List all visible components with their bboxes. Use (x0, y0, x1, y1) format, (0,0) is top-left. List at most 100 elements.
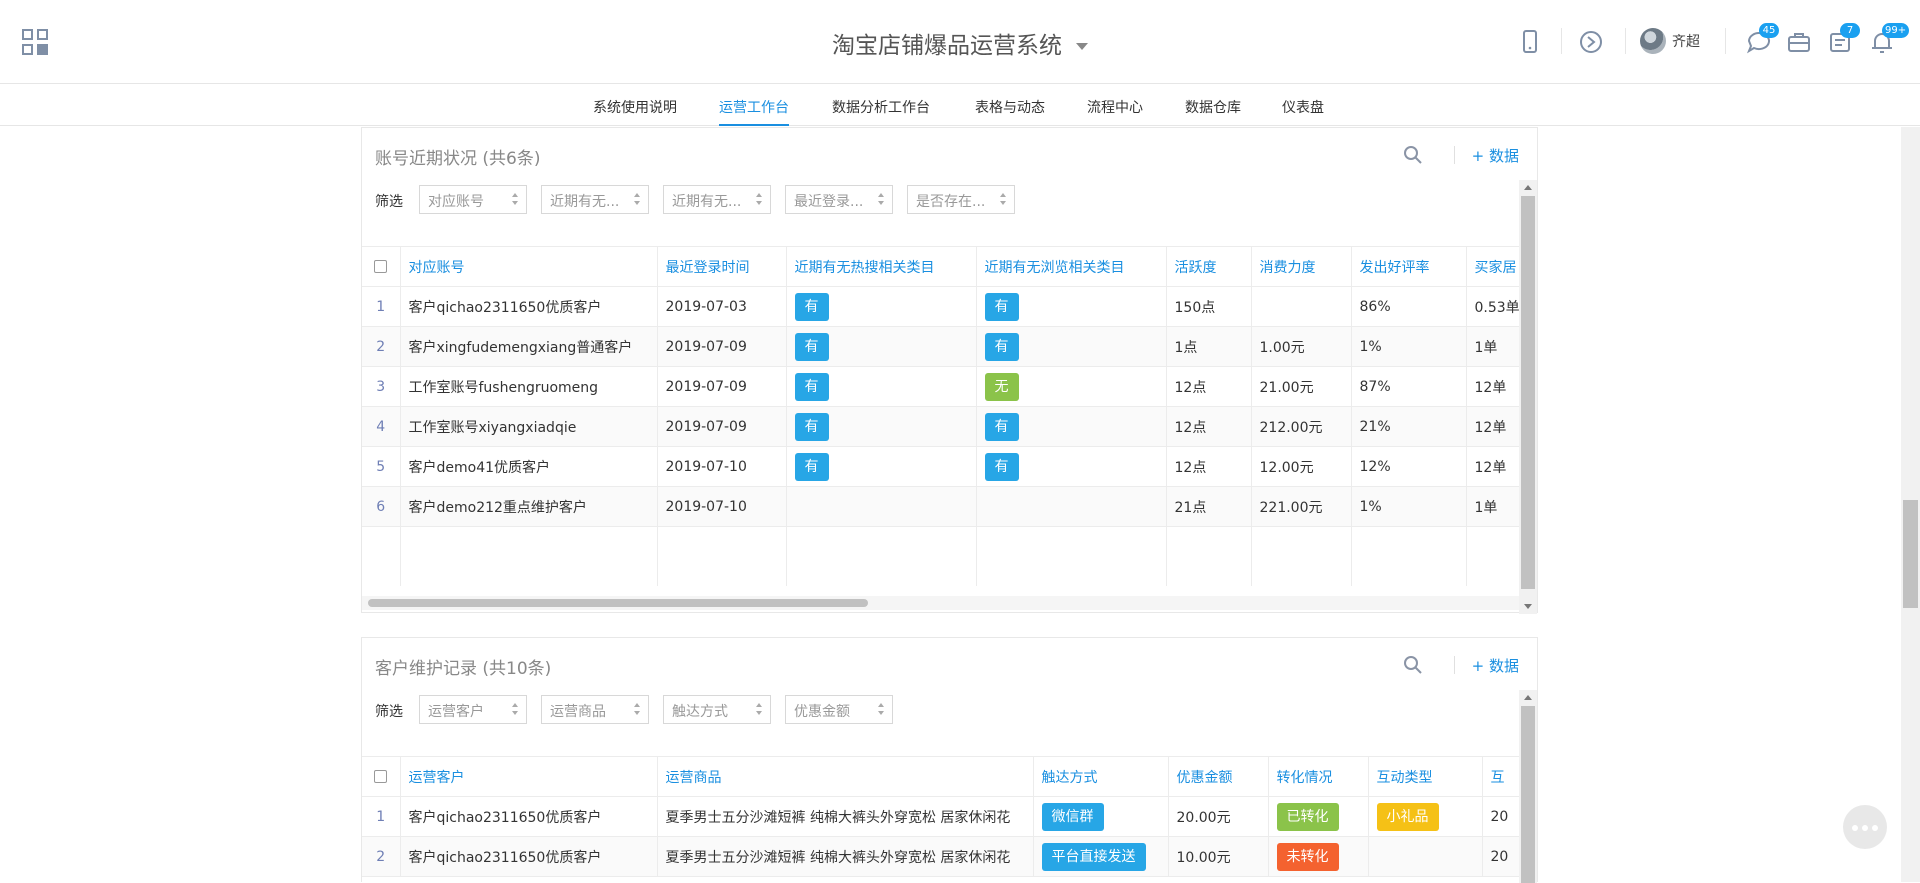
empty-cell (1251, 526, 1352, 586)
column-header[interactable]: 买家居 (1466, 246, 1519, 287)
column-header[interactable]: 发出好评率 (1351, 246, 1467, 287)
cell-browse: 有 (976, 326, 1167, 367)
table-row[interactable]: 3 工作室账号fushengruomeng 2019-07-09 有 无 12点… (362, 366, 1519, 407)
card-title: 账号近期状况 (共6条) (375, 149, 541, 169)
column-header[interactable]: 互动类型 (1368, 756, 1483, 797)
filter-customer[interactable]: 运营客户 (419, 695, 527, 724)
page-scrollbar[interactable] (1901, 127, 1920, 882)
tab-process-center[interactable]: 流程中心 (1087, 97, 1143, 126)
cell-discount: 10.00元 (1168, 836, 1269, 877)
column-header[interactable]: 消费力度 (1251, 246, 1352, 287)
column-header[interactable]: 转化情况 (1268, 756, 1369, 797)
table-horizontal-scrollbar[interactable] (362, 596, 1519, 610)
scrollbar-thumb[interactable] (1521, 706, 1535, 883)
filter-account[interactable]: 对应账号 (419, 185, 527, 214)
column-header[interactable]: 近期有无热搜相关类目 (786, 246, 977, 287)
search-icon[interactable] (1403, 655, 1423, 675)
select-all-checkbox[interactable] (362, 246, 401, 287)
user-menu[interactable]: 齐超 (1640, 28, 1700, 54)
table-vertical-scrollbar[interactable] (1519, 180, 1537, 614)
sort-arrows-icon (1000, 193, 1006, 207)
divider (1625, 28, 1626, 54)
dot (1862, 825, 1868, 831)
checkbox[interactable] (374, 260, 388, 273)
column-header[interactable]: 近期有无浏览相关类目 (976, 246, 1167, 287)
bell-icon[interactable]: 99+ (1868, 23, 1910, 56)
mobile-icon[interactable] (1516, 28, 1544, 56)
scroll-up-icon[interactable] (1524, 185, 1532, 190)
filter-text: 优惠金额 (794, 704, 850, 720)
cell-product: 夏季男士五分沙滩短裤 纯棉大裤头外穿宽松 居家休闲花 (657, 796, 1034, 837)
cell-buyer: 0.53单 (1466, 286, 1519, 327)
table-vertical-scrollbar[interactable] (1519, 690, 1537, 883)
table-row[interactable]: 1 客户qichao2311650优质客户 2019-07-03 有 有 150… (362, 286, 1519, 327)
cell-conversion: 未转化 (1268, 836, 1369, 877)
chat-icon[interactable]: 45 (1745, 23, 1779, 56)
cell-account: 工作室账号xiyangxiadqie (400, 406, 658, 447)
chevron-down-icon[interactable] (1076, 43, 1088, 50)
scrollbar-thumb[interactable] (1521, 196, 1535, 589)
cell-last-login: 2019-07-09 (657, 406, 787, 447)
more-options-button[interactable] (1843, 805, 1887, 849)
tab-data-analysis-workbench[interactable]: 数据分析工作台 (832, 97, 930, 126)
search-icon[interactable] (1403, 145, 1423, 165)
tab-dashboard[interactable]: 仪表盘 (1282, 97, 1324, 126)
tab-data-warehouse[interactable]: 数据仓库 (1185, 97, 1241, 126)
filter-hot-search[interactable]: 近期有无... (541, 185, 649, 214)
column-header[interactable]: 优惠金额 (1168, 756, 1269, 797)
checkbox[interactable] (374, 770, 388, 783)
cell-browse: 有 (976, 286, 1167, 327)
column-header[interactable]: 运营商品 (657, 756, 1034, 797)
table-row[interactable]: 6 客户demo212重点维护客户 2019-07-10 21点 221.00元… (362, 486, 1519, 527)
table-row[interactable]: 2 客户xingfudemengxiang普通客户 2019-07-09 有 有… (362, 326, 1519, 367)
status-badge: 有 (984, 412, 1019, 441)
scrollbar-thumb[interactable] (368, 599, 868, 607)
column-header[interactable]: 互 (1482, 756, 1519, 797)
scroll-down-icon[interactable] (1524, 604, 1532, 609)
system-title[interactable]: 淘宝店铺爆品运营系统 (0, 26, 1920, 60)
empty-cell (657, 526, 787, 586)
briefcase-icon[interactable] (1785, 28, 1813, 56)
empty-cell (786, 526, 977, 586)
cell-account: 工作室账号fushengruomeng (400, 366, 658, 407)
compass-icon[interactable] (1577, 28, 1605, 56)
tab-system-guide[interactable]: 系统使用说明 (593, 97, 677, 126)
column-header[interactable]: 触达方式 (1033, 756, 1169, 797)
add-data-button[interactable]: + 数据 (1472, 655, 1519, 676)
cell-good-rate: 87% (1351, 366, 1467, 407)
table-row[interactable]: 1 客户qichao2311650优质客户 夏季男士五分沙滩短裤 纯棉大裤头外穿… (362, 796, 1519, 837)
cell-hot-search (786, 486, 977, 527)
filter-text: 触达方式 (672, 704, 728, 720)
cell-channel: 平台直接发送 (1033, 836, 1169, 877)
column-header[interactable]: 运营客户 (400, 756, 658, 797)
account-status-card: 账号近期状况 (共6条) + 数据 筛选 对应账号 近期有无... 近期有无..… (361, 127, 1538, 614)
filter-browse[interactable]: 近期有无... (663, 185, 771, 214)
column-header[interactable]: 最近登录时间 (657, 246, 787, 287)
status-badge: 有 (984, 292, 1019, 321)
tab-operations-workbench[interactable]: 运营工作台 (719, 97, 789, 126)
table-row[interactable]: 4 工作室账号xiyangxiadqie 2019-07-09 有 有 12点 … (362, 406, 1519, 447)
filter-text: 运营商品 (550, 704, 606, 720)
filter-product[interactable]: 运营商品 (541, 695, 649, 724)
empty-cell (362, 526, 401, 586)
select-all-checkbox[interactable] (362, 756, 401, 797)
filter-channel[interactable]: 触达方式 (663, 695, 771, 724)
cell-hot-search: 有 (786, 326, 977, 367)
filter-discount[interactable]: 优惠金额 (785, 695, 893, 724)
table-row[interactable]: 5 客户demo41优质客户 2019-07-10 有 有 12点 12.00元… (362, 446, 1519, 487)
filter-exists[interactable]: 是否存在... (907, 185, 1015, 214)
column-header[interactable]: 活跃度 (1166, 246, 1252, 287)
add-data-button[interactable]: + 数据 (1472, 145, 1519, 166)
cell-last-login: 2019-07-10 (657, 446, 787, 487)
task-list-icon[interactable]: 7 (1826, 23, 1860, 56)
filter-text: 最近登录... (794, 194, 864, 210)
tab-tables-dynamics[interactable]: 表格与动态 (975, 97, 1045, 126)
cell-conversion: 已转化 (1268, 796, 1369, 837)
filter-last-login[interactable]: 最近登录... (785, 185, 893, 214)
scroll-up-icon[interactable] (1524, 695, 1532, 700)
column-header[interactable]: 对应账号 (400, 246, 658, 287)
status-badge: 平台直接发送 (1041, 842, 1146, 871)
table-row[interactable]: 2 客户qichao2311650优质客户 夏季男士五分沙滩短裤 纯棉大裤头外穿… (362, 836, 1519, 877)
cell-spend: 212.00元 (1251, 406, 1352, 447)
scrollbar-thumb[interactable] (1903, 500, 1918, 608)
